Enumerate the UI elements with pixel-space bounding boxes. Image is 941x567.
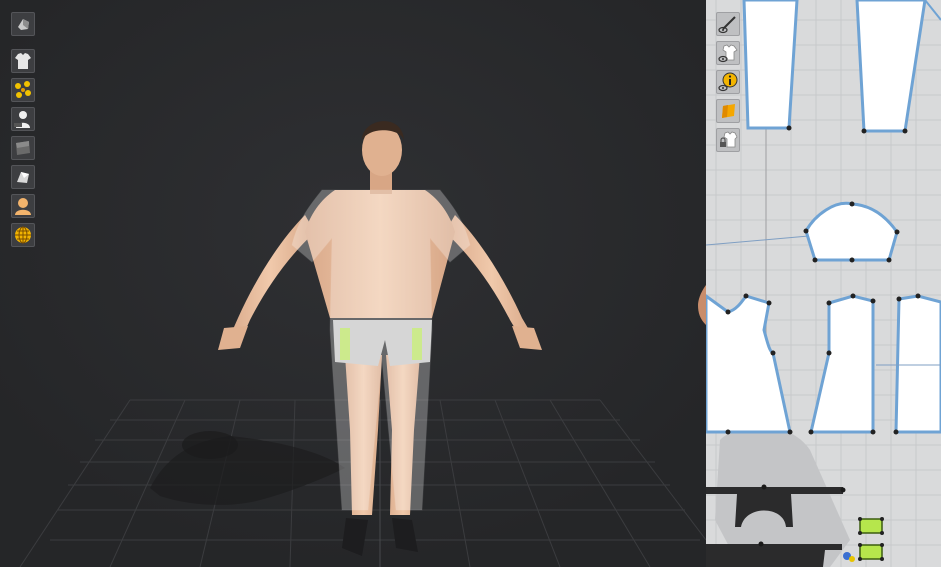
2d-pattern-view[interactable] bbox=[706, 0, 941, 567]
2d-pattern-canvas bbox=[706, 0, 941, 567]
avatar-skin-button[interactable] bbox=[11, 194, 35, 218]
3d-scene bbox=[0, 0, 706, 567]
splitter-grip-icon bbox=[698, 285, 706, 325]
lock-garment-icon bbox=[720, 131, 738, 148]
panel-splitter-handle[interactable] bbox=[696, 285, 706, 325]
texture-shaded-button[interactable] bbox=[11, 165, 35, 189]
needle-visibility-icon bbox=[718, 16, 736, 34]
globe-render-button[interactable] bbox=[11, 223, 35, 247]
shirt-visibility-icon bbox=[718, 44, 738, 63]
avatar-display-icon bbox=[18, 19, 29, 30]
info-visibility-icon bbox=[718, 72, 738, 92]
garment-display-button[interactable] bbox=[11, 49, 35, 73]
avatar-display-button[interactable] bbox=[11, 12, 35, 36]
lock-garment-button[interactable] bbox=[716, 128, 740, 152]
needle-visibility-button[interactable] bbox=[716, 12, 740, 36]
globe-render-icon bbox=[15, 226, 31, 244]
fabric-color-icon bbox=[722, 104, 735, 118]
fabric-color-button[interactable] bbox=[716, 99, 740, 123]
3d-viewport[interactable] bbox=[0, 0, 706, 567]
points-display-button[interactable] bbox=[11, 78, 35, 102]
avatar-measure-icon bbox=[14, 111, 30, 128]
points-display-icon bbox=[15, 81, 31, 98]
texture-solid-icon bbox=[16, 141, 30, 155]
info-visibility-button[interactable] bbox=[716, 70, 740, 94]
texture-solid-button[interactable] bbox=[11, 136, 35, 160]
shirt-visibility-button[interactable] bbox=[716, 41, 740, 65]
texture-shaded-icon bbox=[17, 172, 29, 183]
garment-display-icon bbox=[15, 53, 31, 69]
avatar-skin-icon bbox=[15, 198, 31, 215]
avatar-measure-button[interactable] bbox=[11, 107, 35, 131]
